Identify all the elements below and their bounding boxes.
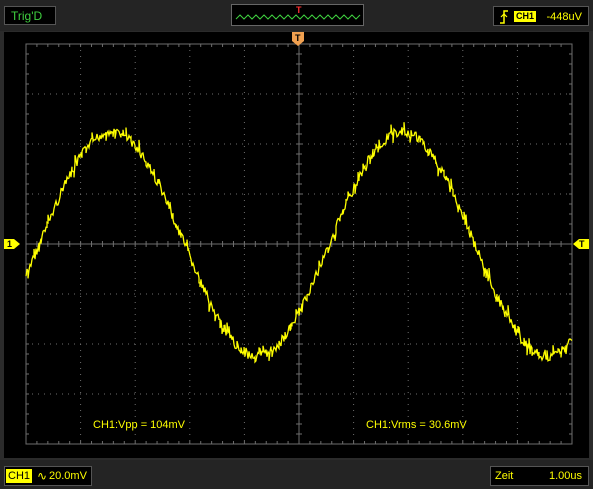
trigger-status: Trig'D <box>4 6 56 25</box>
trigger-level-marker[interactable]: T <box>573 239 589 249</box>
trigger-position-label: T <box>295 33 301 43</box>
scope-display: T 1 T <box>4 32 589 445</box>
preview-trigger-marker: T <box>296 5 302 15</box>
time-per-div: 1.00us <box>548 470 582 482</box>
ch1-badge: CH1 <box>6 469 33 483</box>
bottom-toolbar: CH1 ∿ 20.0mV Zeit 1.00us <box>0 460 593 489</box>
top-toolbar: Trig'D T CH1 -448uV <box>0 0 593 31</box>
measurement-vrms: CH1:Vrms = 30.6mV <box>366 419 467 431</box>
ac-coupling-icon: ∿ <box>37 469 48 483</box>
trigger-position-preview[interactable]: T <box>231 4 364 26</box>
measurement-vpp: CH1:Vpp = 104mV <box>93 419 186 431</box>
waveform-preview: T <box>235 5 361 20</box>
trigger-level-label: T <box>579 239 585 249</box>
timebase-label: Zeit <box>495 470 514 482</box>
trigger-info[interactable]: CH1 -448uV <box>493 6 589 26</box>
scope-screen[interactable]: T 1 T CH1:Vpp = 104mV CH1:Vrms = 30.6mV <box>4 32 589 458</box>
ch1-scale-control[interactable]: CH1 ∿ 20.0mV <box>4 466 92 486</box>
ch1-marker-label: 1 <box>7 239 12 249</box>
grid <box>25 43 573 445</box>
volts-per-div: 20.0mV <box>49 470 87 482</box>
rising-edge-icon <box>500 10 508 24</box>
timebase-control[interactable]: Zeit 1.00us <box>490 466 589 486</box>
preview-wave <box>235 14 361 20</box>
trigger-channel-badge: CH1 <box>514 11 537 22</box>
ch1-ground-marker[interactable]: 1 <box>4 239 20 249</box>
trigger-level-value: -448uV <box>546 11 582 23</box>
